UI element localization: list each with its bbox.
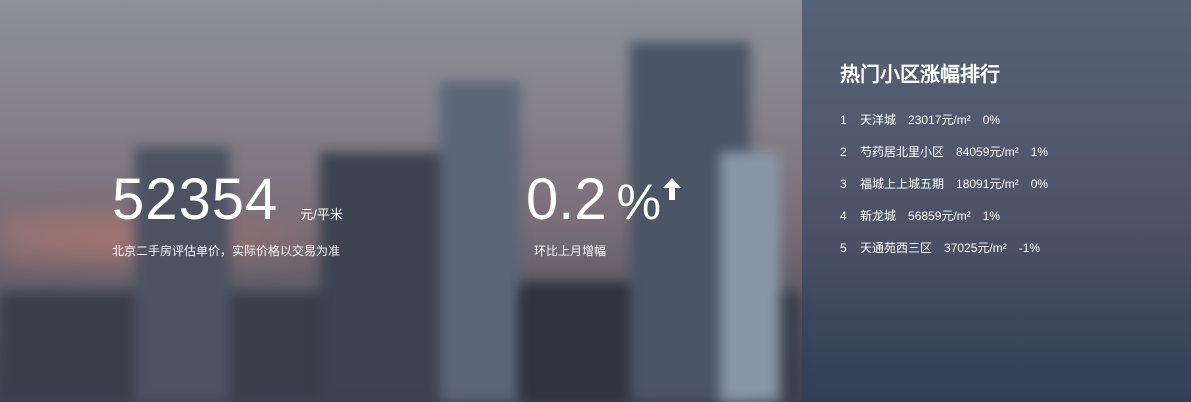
price-banner: 52354 元/平米 北京二手房评估单价，实际价格以交易为准 0.2% 环比上月增…: [0, 0, 1191, 402]
month-change-description: 环比上月增幅: [534, 244, 607, 258]
list-item[interactable]: 5 天通苑西三区 37025元/m² -1%: [840, 241, 1191, 273]
community-change: 1%: [1030, 145, 1049, 159]
community-price: 56859元/m²: [908, 209, 971, 223]
hot-community-panel: 热门小区涨幅排行 1 天洋城 23017元/m² 0% 2 芍药居北里小区 84059元/…: [802, 0, 1191, 402]
rank-number: 4: [840, 209, 847, 223]
background-building: [520, 282, 640, 402]
rank-number: 5: [840, 241, 847, 255]
month-change-block: 0.2% 环比上月增幅: [526, 167, 682, 259]
list-item[interactable]: 4 新龙城 56859元/m² 1%: [840, 209, 1191, 241]
community-price: 23017元/m²: [908, 113, 971, 127]
average-price-block: 52354 元/平米 北京二手房评估单价，实际价格以交易为准: [112, 168, 343, 259]
month-change-percent: %: [616, 174, 662, 230]
hot-community-title: 热门小区涨幅排行: [840, 64, 1000, 86]
rank-number: 2: [840, 145, 847, 159]
community-name[interactable]: 新龙城: [860, 209, 896, 223]
community-name[interactable]: 福城上上城五期: [860, 177, 944, 191]
community-name[interactable]: 芍药居北里小区: [860, 145, 944, 159]
list-item[interactable]: 1 天洋城 23017元/m² 0%: [840, 113, 1191, 145]
hot-community-list: 1 天洋城 23017元/m² 0% 2 芍药居北里小区 84059元/m² 1% 3 福城上…: [840, 113, 1191, 273]
list-item[interactable]: 3 福城上上城五期 18091元/m² 0%: [840, 177, 1191, 209]
background-building: [440, 82, 520, 402]
community-change: -1%: [1018, 241, 1041, 255]
community-change: 0%: [1030, 177, 1049, 191]
list-item[interactable]: 2 芍药居北里小区 84059元/m² 1%: [840, 145, 1191, 177]
background-building: [720, 152, 780, 402]
month-change-value: 0.2: [526, 167, 607, 232]
average-price-value: 52354: [112, 167, 279, 232]
community-change: 0%: [982, 113, 1001, 127]
community-change: 1%: [982, 209, 1001, 223]
average-price-unit: 元/平米: [300, 207, 343, 222]
community-price: 18091元/m²: [956, 177, 1019, 191]
community-name[interactable]: 天通苑西三区: [860, 241, 932, 255]
rank-number: 3: [840, 177, 847, 191]
community-price: 37025元/m²: [944, 241, 1007, 255]
community-name[interactable]: 天洋城: [860, 113, 896, 127]
average-price-description: 北京二手房评估单价，实际价格以交易为准: [112, 244, 341, 258]
rank-number: 1: [840, 113, 847, 127]
community-price: 84059元/m²: [956, 145, 1019, 159]
arrow-up-icon: [663, 178, 682, 205]
